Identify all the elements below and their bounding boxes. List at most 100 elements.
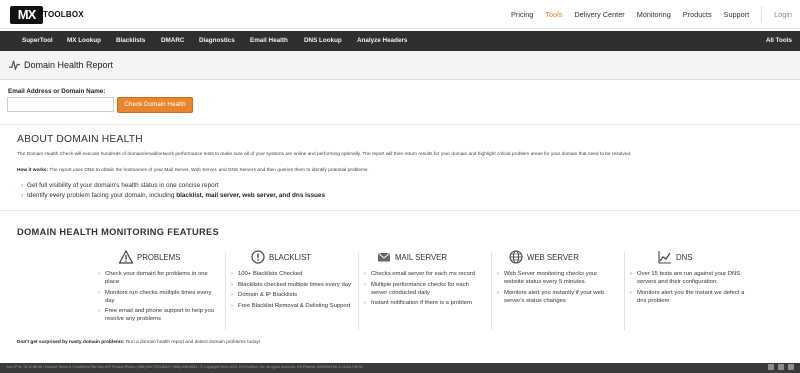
feature-item: › Blacklists checked multiple times every… (231, 281, 352, 289)
chevron-right-icon: › (630, 289, 632, 296)
about-bullet: › Get full visibility of your domain's he… (21, 182, 219, 189)
linkedin-icon[interactable] (788, 364, 794, 370)
feature-item-text: Over 15 tests are run against your DNS s… (637, 271, 741, 285)
divider (0, 124, 800, 125)
social-links (764, 364, 794, 370)
main-nav-all-tools[interactable]: All Tools (766, 31, 792, 51)
footer-text: Your IP is: 76.11.88.99 | Contact Terms … (6, 365, 364, 369)
domain-input[interactable] (7, 97, 114, 112)
main-nav-dmarc[interactable]: DMARC (161, 31, 184, 51)
main-nav-blacklists[interactable]: Blacklists (116, 31, 145, 51)
top-nav-tools[interactable]: Tools (545, 10, 562, 19)
feature-title: WEB SERVER (527, 253, 579, 262)
check-domain-health-button[interactable]: Check Domain Health (117, 97, 193, 113)
feature-item: › Check your domain for problems in one p… (98, 270, 219, 286)
feature-item-text: Free Blacklist Removal & Delisting Suppo… (238, 302, 351, 309)
about-bullet: › Identify every problem facing your doma… (21, 192, 326, 199)
main-nav-email-health[interactable]: Email Health (250, 31, 288, 51)
feature-item-text: Blacklists checked multiple times every … (238, 281, 351, 288)
main-nav-mx-lookup[interactable]: MX Lookup (67, 31, 101, 51)
how-it-works-text: The report uses DNS to obtain the hostna… (48, 168, 369, 173)
login-link[interactable]: Login (774, 10, 792, 19)
surprise-note-text: Run a domain health report and detect do… (124, 340, 261, 345)
feature-column-problems: PROBLEMS › Check your domain for problems… (95, 249, 219, 322)
column-divider (624, 252, 625, 330)
twitter-icon[interactable] (778, 364, 784, 370)
blacklist-alert-icon (251, 250, 265, 264)
mxtoolbox-logo[interactable]: MX TOOLBOX (7, 6, 98, 24)
column-divider (225, 252, 226, 330)
features-heading: DOMAIN HEALTH MONITORING FEATURES (17, 227, 220, 237)
about-bullet-bold: blacklist, mail server, web server, and … (176, 192, 326, 199)
how-it-works: How it works: The report uses DNS to obt… (17, 168, 369, 173)
chevron-right-icon: › (231, 292, 233, 298)
chart-icon (658, 251, 671, 264)
feature-item: › Monitors run checks multiple times ever… (98, 289, 219, 305)
feature-item: › Web Server monitoring checks your websi… (497, 270, 618, 286)
top-nav-pricing[interactable]: Pricing (511, 10, 533, 19)
top-nav-support[interactable]: Support (724, 10, 750, 19)
main-nav-dns-lookup[interactable]: DNS Lookup (304, 31, 342, 51)
top-nav-delivery-center[interactable]: Delivery Center (574, 10, 624, 19)
chevron-right-icon: › (497, 289, 499, 296)
chevron-right-icon: › (98, 289, 100, 296)
column-divider (491, 252, 492, 330)
nav-divider (761, 6, 763, 23)
warning-icon (119, 250, 133, 264)
health-pulse-icon (9, 60, 20, 70)
chevron-right-icon: › (364, 271, 366, 277)
page-title-bar: Domain Health Report (0, 51, 800, 80)
feature-item-text: Instant notification if there is a probl… (371, 300, 472, 306)
feature-item-text: Checks email server for each mx record (371, 271, 476, 277)
chevron-right-icon: › (231, 281, 233, 288)
chevron-right-icon: › (231, 271, 233, 277)
feature-item: › 100+ Blacklists Checked (231, 270, 352, 278)
main-nav-diagnostics[interactable]: Diagnostics (199, 31, 235, 51)
column-divider (358, 252, 359, 330)
page-title: Domain Health Report (24, 60, 114, 70)
top-nav-products[interactable]: Products (683, 10, 712, 19)
domain-input-label: Email Address or Domain Name: (8, 88, 106, 95)
about-bullet-text: Get full visibility of your domain's hea… (27, 182, 219, 189)
feature-item-text: Multiple performance checks for each ser… (371, 281, 469, 296)
chevron-right-icon: › (497, 271, 499, 277)
feature-item-text: Monitors alert you instantly if your web… (504, 289, 605, 304)
feature-title: PROBLEMS (137, 253, 181, 262)
feature-item: › Over 15 tests are run against your DNS … (630, 270, 751, 286)
main-nav-supertool[interactable]: SuperTool (22, 31, 53, 51)
feature-column-web-server: WEB SERVER › Web Server monitoring checks… (494, 249, 618, 304)
feature-column-mail-server: MAIL SERVER › Checks email server for eac… (361, 249, 485, 306)
surprise-note: Don't get surprised by nasty domain prob… (17, 340, 260, 345)
feature-column-dns: DNS › Over 15 tests are run against your … (627, 249, 751, 304)
chevron-right-icon: › (98, 271, 100, 277)
envelope-icon (377, 252, 391, 262)
about-heading: ABOUT DOMAIN HEALTH (17, 134, 143, 145)
feature-title: MAIL SERVER (395, 253, 447, 262)
logo-mx: MX (7, 6, 45, 24)
top-header: MX TOOLBOX Pricing Tools Delivery Center… (0, 0, 800, 29)
feature-item-text: Check your domain for problems in one pl… (105, 271, 208, 285)
feature-item: › Multiple performance checks for each se… (364, 281, 485, 297)
about-paragraph: The Domain Health Check will execute hun… (17, 152, 632, 157)
facebook-icon[interactable] (768, 364, 774, 370)
feature-item: › Monitors alert you the instant we defec… (630, 289, 751, 305)
feature-item-text: 100+ Blacklists Checked (238, 271, 303, 277)
feature-item: › Instant notification if there is a prob… (364, 299, 485, 307)
feature-item: › Free Blacklist Removal & Delisting Supp… (231, 302, 352, 310)
main-nav-analyze-headers[interactable]: Analyze Headers (357, 31, 407, 51)
feature-title: DNS (676, 253, 693, 262)
main-nav: SuperTool MX Lookup Blacklists DMARC Dia… (0, 31, 800, 51)
feature-title: BLACKLIST (269, 253, 312, 262)
logo-text: TOOLBOX (43, 10, 84, 19)
chevron-right-icon: › (21, 182, 24, 189)
feature-item-text: Monitors run checks multiple times every… (105, 289, 212, 304)
chevron-right-icon: › (21, 192, 24, 199)
divider (0, 210, 800, 211)
top-nav: Pricing Tools Delivery Center Monitoring… (499, 0, 800, 29)
feature-item-text: Free email and phone support to help you… (105, 308, 215, 322)
top-nav-monitoring[interactable]: Monitoring (637, 10, 671, 19)
about-bullet-text: Identify every problem facing your domai… (27, 192, 177, 199)
chevron-right-icon: › (364, 281, 366, 288)
how-it-works-label: How it works: (17, 168, 49, 173)
feature-item-text: Monitors alert you the instant we defect… (637, 289, 745, 304)
